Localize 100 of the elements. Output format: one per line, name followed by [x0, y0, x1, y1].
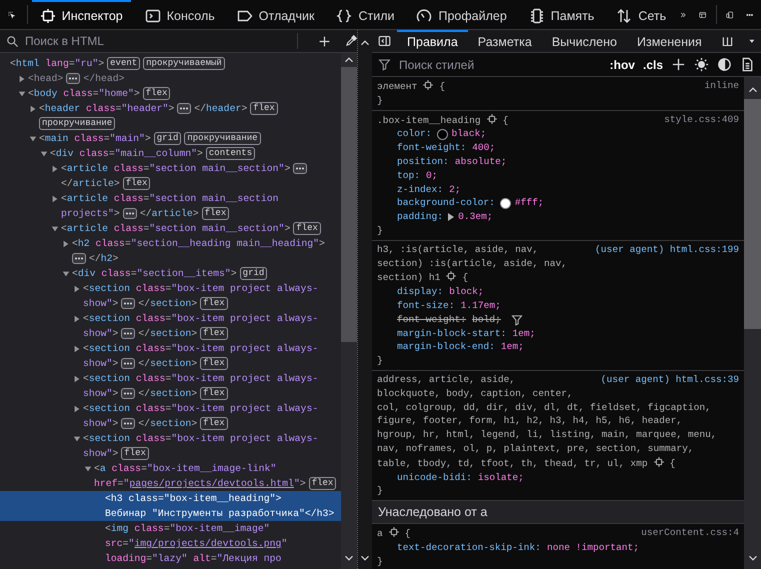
collapse-arrow-icon[interactable] [62, 268, 70, 278]
expand-arrow-icon[interactable] [51, 164, 59, 174]
property-value[interactable]: #fff; [514, 196, 544, 210]
property-value[interactable]: 1em; [500, 340, 524, 354]
ellipsis-button[interactable] [121, 388, 136, 399]
property-value[interactable]: absolute; [454, 154, 507, 169]
tree-row[interactable]: <html lang="ru"> event прокручиваемый [0, 56, 341, 71]
rule-source-link[interactable]: style.css:409 [664, 114, 739, 125]
property-value[interactable]: isolate; [478, 470, 524, 484]
property-name[interactable]: text-decoration-skip-ink: [397, 540, 541, 555]
tree-row[interactable]: <div class="section__items"> grid [0, 266, 341, 281]
property-value[interactable]: 2; [449, 182, 461, 196]
tree-row[interactable]: <section class="box-item project always- show"> </section> flex [0, 401, 341, 431]
tree-row[interactable]: <section class="box-item project always- show"> </section> flex [0, 371, 341, 401]
tree-row[interactable]: <a class="box-item__image-link" href="pages/projects/devtools.html"> flex [0, 461, 341, 491]
toolbar-tab[interactable]: Стили [328, 0, 402, 29]
sidebar-tab[interactable]: Вычислено [542, 30, 627, 52]
property-value[interactable]: block; [449, 285, 484, 299]
add-rule-icon[interactable] [671, 57, 686, 72]
filter-icon[interactable] [510, 314, 523, 326]
property-value[interactable]: bold; [472, 312, 501, 327]
property-name[interactable]: z-index: [397, 182, 444, 196]
node-badge[interactable]: grid [240, 267, 268, 280]
tree-row[interactable]: <head> </head> [0, 71, 341, 86]
property-value[interactable]: 0.3em; [458, 210, 493, 224]
property-value[interactable]: 1em; [512, 326, 536, 340]
ellipsis-button[interactable] [121, 328, 136, 339]
tree-row[interactable]: <h3 class="box-item__heading"> Вебинар "Инструменты разработчика"</h3> [0, 491, 341, 521]
toolbar-tab[interactable]: Сеть [608, 0, 674, 29]
ellipsis-button[interactable] [293, 163, 308, 174]
collapse-arrow-icon[interactable] [84, 464, 92, 474]
rule-source-link[interactable]: userContent.css:4 [641, 527, 739, 538]
node-badge[interactable]: contents [206, 147, 256, 160]
node-highlight-icon[interactable] [652, 456, 665, 468]
node-badge[interactable]: прокручиваемый [143, 57, 225, 70]
property-name[interactable]: padding: [397, 210, 444, 224]
node-badge[interactable]: flex [121, 447, 149, 460]
collapse-arrow-icon[interactable] [18, 88, 26, 98]
node-highlight-icon[interactable] [445, 270, 458, 282]
rule-source-link[interactable]: html.css:199 [670, 244, 739, 255]
node-badge[interactable]: flex [200, 387, 228, 400]
expand-arrow-icon[interactable] [448, 213, 454, 222]
expand-arrow-icon[interactable] [18, 74, 26, 84]
collapse-arrow-icon[interactable] [40, 148, 48, 158]
node-highlight-icon[interactable] [388, 526, 400, 538]
node-badge[interactable]: grid [154, 132, 182, 145]
collapse-arrow-icon[interactable] [29, 134, 37, 144]
property-name[interactable]: top: [397, 168, 420, 183]
eyedropper-icon[interactable] [344, 34, 357, 48]
toggle-button[interactable]: .cls [642, 58, 663, 72]
expand-arrow-icon[interactable] [73, 374, 81, 384]
ellipsis-button[interactable] [66, 73, 80, 84]
tree-row[interactable]: <section class="box-item project always- show"> </section> flex [0, 341, 341, 371]
node-badge[interactable]: прокручивание [39, 117, 116, 130]
node-badge[interactable]: flex [308, 477, 336, 490]
sidebar-tab[interactable]: Разметка [468, 30, 542, 52]
node-badge[interactable]: flex [200, 417, 228, 430]
property-value[interactable]: 0; [426, 168, 438, 183]
node-badge[interactable]: flex [142, 87, 170, 100]
property-name[interactable]: background-color: [397, 196, 495, 210]
property-name[interactable]: margin-block-start: [397, 326, 506, 340]
sidebar-tab[interactable]: Правила [397, 30, 468, 52]
expand-arrow-icon[interactable] [73, 404, 81, 414]
sidebar-tab[interactable]: Изменения [626, 30, 712, 52]
toolbar-tab[interactable]: Консоль [136, 0, 223, 29]
expand-arrow-icon[interactable] [73, 284, 81, 294]
ellipsis-button[interactable] [121, 418, 136, 429]
property-name[interactable]: position: [397, 154, 449, 169]
node-badge[interactable]: flex [250, 102, 278, 115]
node-badge[interactable]: event [107, 57, 140, 70]
node-badge[interactable]: flex [200, 297, 228, 310]
expand-arrow-icon[interactable] [73, 314, 81, 324]
scrollbar[interactable] [744, 77, 761, 569]
tree-row[interactable]: <img class="box-item__image" src="img/projects/devtools.png" loading="lazy" alt="Лекция про [0, 521, 341, 566]
expand-arrow-icon[interactable] [62, 238, 70, 248]
property-value[interactable]: black; [452, 127, 486, 142]
ellipsis-button[interactable] [72, 253, 86, 264]
collapse-arrow-icon[interactable] [51, 224, 59, 234]
property-name[interactable]: display: [397, 285, 444, 299]
add-node-icon[interactable] [318, 34, 331, 48]
node-highlight-icon[interactable] [422, 79, 434, 91]
property-name[interactable]: margin-block-end: [397, 340, 495, 354]
tree-row[interactable]: <article class="section main__section"> </article> flex [0, 161, 341, 191]
ellipsis-button[interactable] [121, 358, 136, 369]
node-badge[interactable]: прокручивание [184, 132, 261, 145]
property-name[interactable]: font-weight: [397, 312, 466, 327]
expand-arrow-icon[interactable] [51, 194, 59, 204]
tree-row[interactable]: <body class="home"> flex [0, 86, 341, 101]
expand-arrow-icon[interactable] [29, 104, 37, 114]
node-highlight-icon[interactable] [486, 112, 498, 125]
property-name[interactable]: font-weight: [397, 141, 466, 155]
ellipsis-button[interactable] [122, 208, 137, 219]
node-badge[interactable]: flex [200, 327, 228, 340]
rule-source-link[interactable]: html.css:39 [676, 374, 739, 385]
toolbar-tab[interactable]: Профайлер [408, 0, 515, 29]
tree-row[interactable]: <section class="box-item project always- show"> flex [0, 431, 341, 461]
property-value[interactable]: 1.17em; [460, 298, 501, 313]
contrast-icon[interactable] [717, 57, 732, 72]
document-icon[interactable] [740, 57, 755, 72]
sidebar-toggle-icon[interactable] [378, 33, 392, 49]
